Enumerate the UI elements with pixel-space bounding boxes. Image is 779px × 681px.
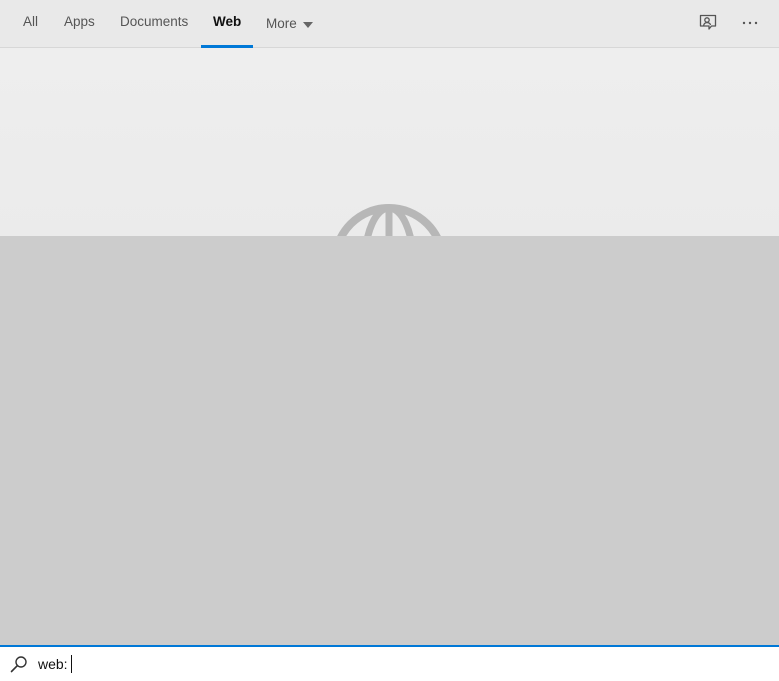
tab-more-label: More (266, 16, 297, 31)
chevron-down-icon (302, 21, 313, 28)
tab-more[interactable]: More (266, 0, 313, 48)
search-bar: web: (0, 645, 779, 681)
tab-web[interactable]: Web (201, 0, 254, 48)
web-results-hero (0, 48, 779, 236)
tab-all-label: All (23, 14, 39, 29)
ellipsis-icon (742, 21, 758, 25)
tab-apps[interactable]: Apps (64, 0, 95, 48)
feedback-button[interactable] (692, 8, 724, 38)
dimmed-results-overlay (0, 236, 779, 645)
text-cursor (70, 655, 72, 673)
tab-documents-label: Documents (120, 14, 189, 29)
tab-web-label: Web (213, 14, 242, 29)
more-options-button[interactable] (734, 8, 766, 38)
search-scope-bar: All Apps Documents Web More (0, 0, 779, 48)
search-input[interactable]: web: (38, 654, 72, 674)
search-input-value: web: (38, 656, 68, 672)
globe-icon (337, 204, 441, 236)
tab-all[interactable]: All (23, 0, 38, 48)
search-icon (10, 656, 27, 673)
tab-apps-label: Apps (64, 14, 95, 29)
feedback-icon (699, 14, 717, 30)
tab-documents[interactable]: Documents (120, 0, 188, 48)
